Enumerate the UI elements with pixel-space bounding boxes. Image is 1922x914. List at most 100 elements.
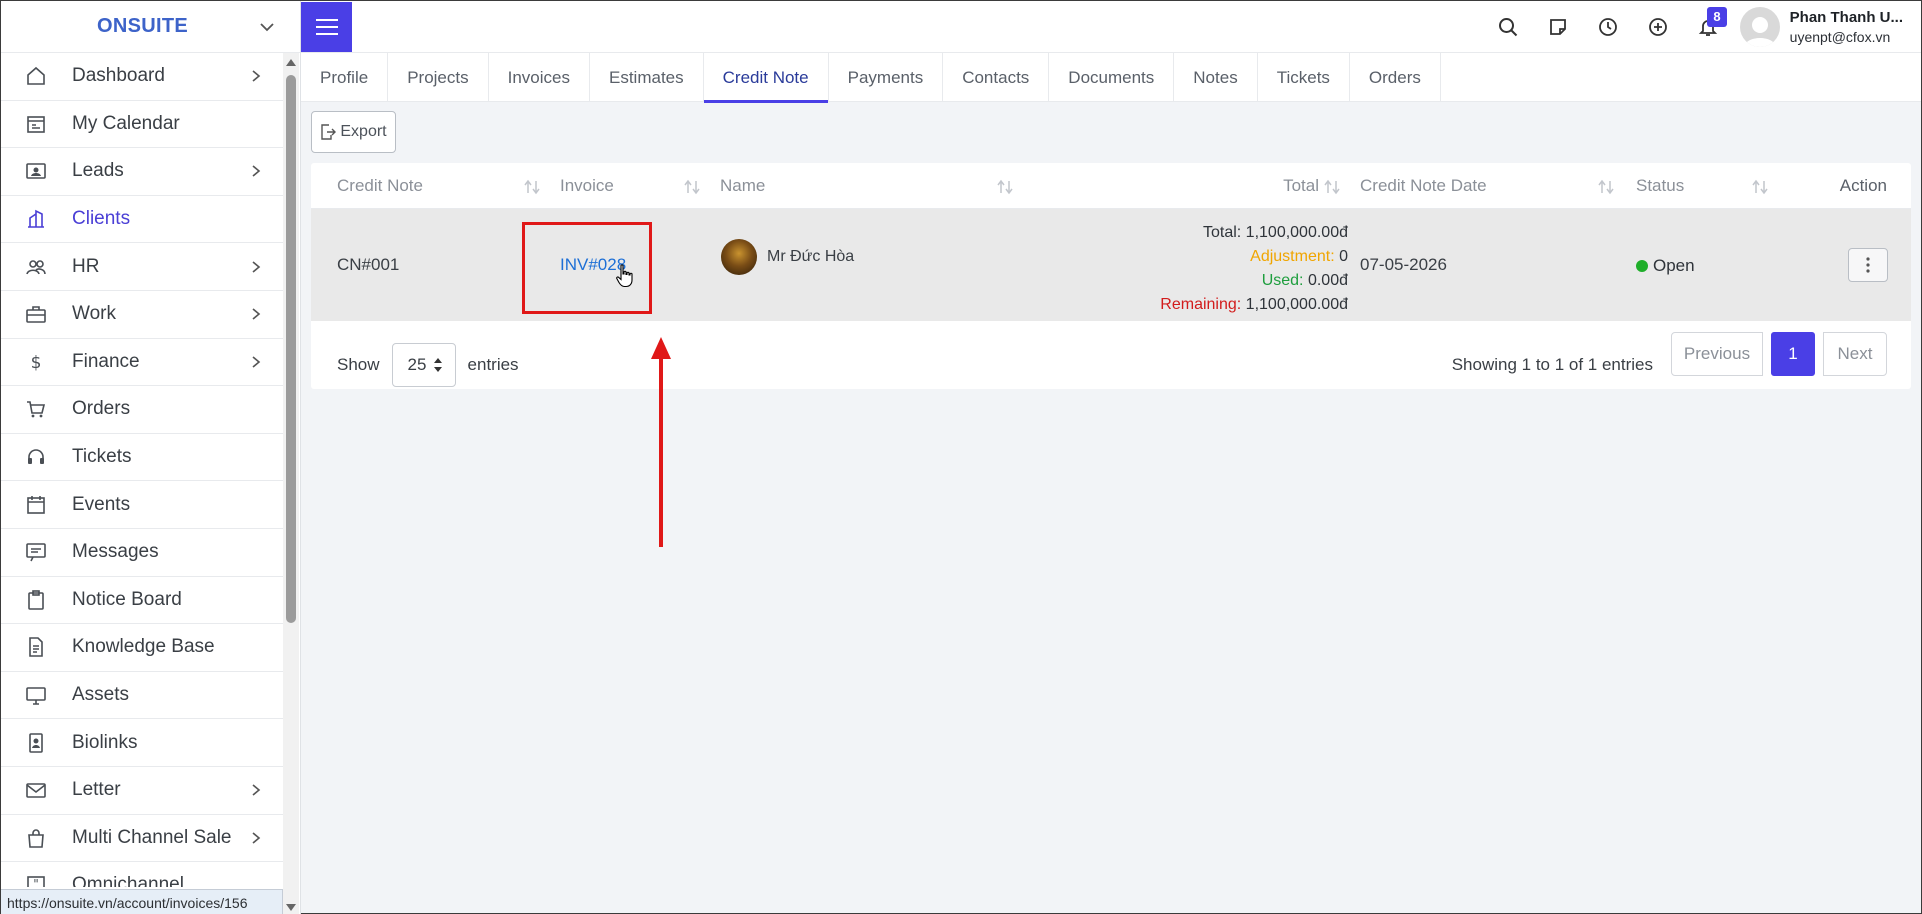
- brand-logo[interactable]: ONSUITE: [97, 15, 188, 38]
- row-action-button[interactable]: [1848, 248, 1888, 282]
- tab-notes[interactable]: Notes: [1174, 53, 1258, 102]
- sidebar-item-label: Tickets: [72, 446, 132, 468]
- sidebar-item-finance[interactable]: $ Finance: [1, 339, 283, 387]
- sidebar-item-hr[interactable]: HR: [1, 243, 283, 291]
- sticky-note-button[interactable]: [1533, 1, 1583, 53]
- export-label: Export: [340, 123, 387, 140]
- sidebar-item-multi-channel-sale[interactable]: Multi Channel Sale: [1, 815, 283, 863]
- tab-contacts[interactable]: Contacts: [943, 53, 1050, 102]
- tab-projects[interactable]: Projects: [388, 53, 489, 102]
- user-menu[interactable]: Phan Thanh U... uyenpt@cfox.vn: [1739, 7, 1903, 47]
- search-icon: [1499, 18, 1518, 37]
- quote-icon: ": [25, 874, 47, 887]
- total-line: Total: 1,100,000.00đ: [1160, 221, 1348, 245]
- next-page-button[interactable]: Next: [1823, 332, 1887, 376]
- hamburger-menu-button[interactable]: [301, 2, 352, 52]
- export-button[interactable]: Export: [311, 111, 396, 153]
- status-dot: [1636, 260, 1648, 272]
- clipboard-icon: [25, 589, 47, 611]
- tab-payments[interactable]: Payments: [829, 53, 944, 102]
- scrollbar-thumb[interactable]: [286, 75, 296, 623]
- notifications-button[interactable]: 8: [1683, 1, 1733, 53]
- chevron-right-icon: [252, 784, 261, 796]
- cart-icon: [25, 398, 47, 420]
- chevron-right-icon: [252, 832, 261, 844]
- sidebar-item-work[interactable]: Work: [1, 291, 283, 339]
- sort-icon[interactable]: [1751, 179, 1769, 195]
- topbar: 8 Phan Thanh U... uyenpt@cfox.vn: [301, 1, 1921, 53]
- building-icon: [25, 208, 47, 230]
- sort-icon[interactable]: [683, 179, 701, 195]
- sidebar-item-knowledge-base[interactable]: Knowledge Base: [1, 624, 283, 672]
- client-avatar: [721, 239, 757, 275]
- user-name: Phan Thanh U...: [1789, 9, 1903, 26]
- totals-cell: Total: 1,100,000.00đ Adjustment: 0 Used:…: [1160, 221, 1348, 317]
- previous-page-button[interactable]: Previous: [1671, 332, 1763, 376]
- tab-tickets[interactable]: Tickets: [1258, 53, 1350, 102]
- adjustment-line: Adjustment: 0: [1160, 245, 1348, 269]
- remaining-value: 1,100,000.00đ: [1245, 296, 1348, 313]
- show-label: Show: [337, 355, 380, 374]
- sort-icon[interactable]: [1323, 179, 1341, 195]
- timer-button[interactable]: [1583, 1, 1633, 53]
- sidebar-item-omnichannel[interactable]: " Omnichannel: [1, 862, 283, 887]
- tab-invoices[interactable]: Invoices: [489, 53, 590, 102]
- header-name[interactable]: Name: [720, 163, 765, 209]
- monitor-icon: [25, 684, 47, 706]
- tab-documents[interactable]: Documents: [1049, 53, 1175, 102]
- chevron-right-icon: [252, 261, 261, 273]
- sidebar-item-orders[interactable]: Orders: [1, 386, 283, 434]
- sidebar-scrollbar[interactable]: [283, 53, 299, 914]
- header-total[interactable]: Total: [1283, 163, 1319, 209]
- page-1-button[interactable]: 1: [1771, 332, 1815, 376]
- briefcase-icon: [25, 303, 47, 325]
- header-status[interactable]: Status: [1636, 163, 1684, 209]
- sidebar-item-label: Clients: [72, 208, 131, 230]
- search-button[interactable]: [1483, 1, 1533, 53]
- chevron-down-icon[interactable]: [258, 18, 276, 36]
- plus-circle-icon: [1649, 18, 1667, 36]
- page-size-select[interactable]: 25: [391, 343, 456, 387]
- user-avatar: [1739, 7, 1780, 47]
- quick-add-button[interactable]: [1633, 1, 1683, 53]
- sidebar-menu: Dashboard My Calendar Leads Clients HR Work $ F…: [1, 53, 283, 887]
- tab-orders[interactable]: Orders: [1350, 53, 1441, 102]
- header-invoice[interactable]: Invoice: [560, 163, 614, 209]
- header-credit-note-date[interactable]: Credit Note Date: [1360, 163, 1487, 209]
- sort-icon[interactable]: [523, 179, 541, 195]
- sidebar-item-my-calendar[interactable]: My Calendar: [1, 101, 283, 149]
- sidebar-item-messages[interactable]: Messages: [1, 529, 283, 577]
- page-size-control: Show 25 entries: [337, 343, 519, 387]
- event-calendar-icon: [25, 494, 47, 516]
- tab-profile[interactable]: Profile: [301, 53, 389, 102]
- status-bar-url: https://onsuite.vn/account/invoices/156: [1, 889, 283, 914]
- header-credit-note[interactable]: Credit Note: [337, 163, 423, 209]
- sidebar: ONSUITE Dashboard My Calendar Leads Clients…: [1, 1, 301, 914]
- tab-credit-note[interactable]: Credit Note: [703, 53, 829, 103]
- sidebar-item-label: HR: [72, 255, 100, 277]
- calendar-icon: [25, 113, 47, 135]
- chevron-right-icon: [252, 165, 261, 178]
- used-label: Used:: [1261, 272, 1304, 289]
- message-icon: [25, 541, 47, 563]
- client-cell[interactable]: Mr Đức Hòa: [721, 239, 854, 275]
- chevron-right-icon: [252, 356, 261, 368]
- sidebar-item-label: Finance: [72, 350, 140, 372]
- sidebar-item-dashboard[interactable]: Dashboard: [1, 53, 283, 101]
- scroll-down-icon[interactable]: [285, 903, 297, 913]
- page-size-value: 25: [407, 355, 427, 374]
- sort-icon[interactable]: [1597, 179, 1615, 195]
- sidebar-item-leads[interactable]: Leads: [1, 148, 283, 196]
- tab-estimates[interactable]: Estimates: [590, 53, 704, 102]
- adjustment-value: 0: [1339, 248, 1348, 265]
- sidebar-item-tickets[interactable]: Tickets: [1, 434, 283, 482]
- sidebar-item-notice-board[interactable]: Notice Board: [1, 577, 283, 625]
- sidebar-item-biolinks[interactable]: Biolinks: [1, 719, 283, 767]
- sidebar-item-clients[interactable]: Clients: [1, 196, 283, 244]
- sidebar-item-events[interactable]: Events: [1, 481, 283, 529]
- export-icon: [321, 124, 337, 140]
- sort-icon[interactable]: [996, 179, 1014, 195]
- sidebar-item-assets[interactable]: Assets: [1, 672, 283, 720]
- scroll-up-icon[interactable]: [285, 57, 297, 67]
- sidebar-item-letter[interactable]: Letter: [1, 767, 283, 815]
